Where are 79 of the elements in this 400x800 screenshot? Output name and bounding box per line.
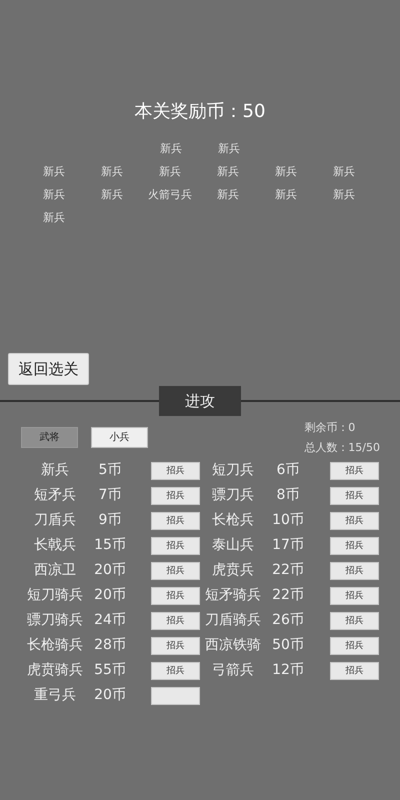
- recruit-button[interactable]: 招兵: [151, 636, 200, 654]
- recruit-button[interactable]: 招兵: [151, 486, 200, 504]
- unit-cost: 8币: [276, 486, 300, 505]
- recruit-button[interactable]: [151, 686, 200, 704]
- unit-name: 长枪兵: [211, 511, 255, 530]
- unit-cost: 6币: [276, 461, 300, 480]
- unit-cost: 17币: [271, 536, 305, 555]
- unit-cost: 12币: [271, 661, 305, 680]
- unit-name: 虎贲兵: [211, 561, 255, 580]
- unit-label: 新兵: [42, 210, 66, 226]
- unit-name: 长戟兵: [33, 536, 77, 555]
- attack-button[interactable]: 进攻: [159, 386, 241, 416]
- unit-label: 新兵: [42, 164, 66, 180]
- recruit-button[interactable]: 招兵: [330, 586, 379, 604]
- unit-cost: 55币: [93, 661, 127, 680]
- unit-name: 骠刀骑兵: [26, 611, 84, 630]
- recruit-button[interactable]: 招兵: [330, 462, 379, 480]
- unit-label: 新兵: [42, 187, 66, 204]
- unit-cost: 5币: [98, 461, 122, 480]
- reward-title: 本关奖励币：50: [134, 100, 266, 124]
- recruit-button[interactable]: 招兵: [330, 486, 379, 504]
- back-button[interactable]: 返回选关: [8, 353, 89, 385]
- unit-name: 短矛骑兵: [204, 586, 262, 605]
- unit-cost: 22币: [271, 561, 305, 580]
- unit-name: 骠刀兵: [211, 486, 255, 505]
- unit-label: 新兵: [217, 141, 241, 158]
- unit-label: 新兵: [332, 164, 356, 180]
- unit-name: 西凉卫: [33, 561, 77, 580]
- stat-text: 剩余币：0: [304, 420, 356, 436]
- recruit-button[interactable]: 招兵: [330, 536, 379, 554]
- unit-label: 新兵: [100, 164, 124, 180]
- unit-cost: 28币: [93, 636, 127, 655]
- recruit-button[interactable]: 招兵: [151, 586, 200, 604]
- unit-cost: 26币: [271, 611, 305, 630]
- unit-cost: 22币: [271, 586, 305, 605]
- unit-cost: 24币: [93, 611, 127, 630]
- stat-text: 总人数：15/50: [304, 440, 380, 456]
- unit-name: 重弓兵: [33, 686, 77, 705]
- recruit-button[interactable]: 招兵: [151, 562, 200, 580]
- unit-name: 虎贲骑兵: [26, 661, 84, 680]
- recruit-button[interactable]: 招兵: [330, 636, 379, 654]
- unit-name: 短矛兵: [33, 486, 77, 505]
- tab[interactable]: 武将: [21, 427, 78, 448]
- unit-label: 火箭弓兵: [147, 187, 193, 204]
- unit-cost: 10币: [271, 511, 305, 530]
- unit-label: 新兵: [158, 164, 182, 180]
- unit-name: 短刀兵: [211, 461, 255, 480]
- unit-cost: 50币: [271, 636, 305, 655]
- recruit-button[interactable]: 招兵: [151, 462, 200, 480]
- unit-name: 刀盾兵: [33, 511, 77, 530]
- unit-cost: 7币: [98, 486, 122, 505]
- unit-label: 新兵: [332, 187, 356, 204]
- unit-name: 刀盾骑兵: [204, 611, 262, 630]
- tab[interactable]: 小兵: [91, 427, 148, 448]
- unit-cost: 20币: [93, 686, 127, 705]
- unit-name: 短刀骑兵: [26, 586, 84, 605]
- unit-cost: 9币: [98, 511, 122, 530]
- unit-label: 新兵: [159, 141, 183, 158]
- recruit-button[interactable]: 招兵: [151, 512, 200, 530]
- unit-name: 泰山兵: [211, 536, 255, 555]
- unit-cost: 20币: [93, 561, 127, 580]
- unit-name: 长枪骑兵: [26, 636, 84, 655]
- unit-label: 新兵: [100, 187, 124, 204]
- unit-name: 西凉铁骑: [204, 636, 262, 655]
- recruit-button[interactable]: 招兵: [151, 612, 200, 630]
- recruit-button[interactable]: 招兵: [330, 662, 379, 680]
- recruit-button[interactable]: 招兵: [330, 562, 379, 580]
- unit-label: 新兵: [216, 164, 240, 180]
- unit-name: 弓箭兵: [211, 661, 255, 680]
- recruit-button[interactable]: 招兵: [330, 612, 379, 630]
- recruit-button[interactable]: 招兵: [330, 512, 379, 530]
- unit-cost: 20币: [93, 586, 127, 605]
- recruit-button[interactable]: 招兵: [151, 662, 200, 680]
- recruit-button[interactable]: 招兵: [151, 536, 200, 554]
- unit-label: 新兵: [274, 187, 298, 204]
- unit-label: 新兵: [274, 164, 298, 180]
- unit-name: 新兵: [40, 461, 70, 480]
- unit-cost: 15币: [93, 536, 127, 555]
- unit-label: 新兵: [216, 187, 240, 204]
